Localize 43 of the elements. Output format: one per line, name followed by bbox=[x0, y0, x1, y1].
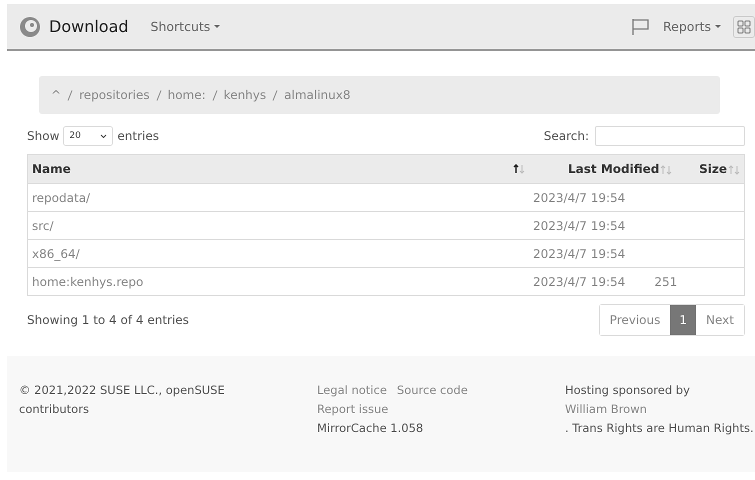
breadcrumb-link[interactable]: kenhys bbox=[224, 88, 266, 102]
grid-button[interactable] bbox=[733, 16, 755, 38]
footer-link[interactable]: Legal notice bbox=[317, 383, 387, 397]
breadcrumb-link[interactable]: ^ bbox=[51, 88, 62, 102]
breadcrumb-link[interactable]: almalinux8 bbox=[284, 88, 350, 102]
search-label: Search: bbox=[544, 129, 589, 143]
footer-link[interactable]: Source code bbox=[396, 383, 468, 397]
breadcrumb-link[interactable]: home: bbox=[168, 88, 206, 102]
separator-icon bbox=[212, 90, 218, 100]
table-info: Showing 1 to 4 of 4 entries bbox=[27, 313, 189, 327]
reports-menu[interactable]: Reports bbox=[659, 15, 725, 38]
file-link[interactable]: repodata/ bbox=[28, 184, 529, 212]
separator-icon bbox=[156, 90, 162, 100]
breadcrumb-link[interactable]: repositories bbox=[79, 88, 150, 102]
sponsor-text: Hosting sponsored by bbox=[565, 382, 691, 399]
copyright-text: © 2021,2022 SUSE LLC., openSUSE contributors bbox=[19, 382, 226, 418]
file-link[interactable]: home:kenhys.repo bbox=[28, 268, 529, 296]
footer-link[interactable]: Report issue bbox=[317, 402, 388, 416]
tagline-text: . Trans Rights are Human Rights. bbox=[565, 420, 755, 437]
brand-title[interactable]: Download bbox=[49, 17, 129, 36]
column-header[interactable]: Last Modified bbox=[528, 154, 676, 184]
grid-icon bbox=[737, 20, 751, 34]
page-size-select[interactable]: 20 bbox=[63, 126, 114, 146]
search-field[interactable] bbox=[595, 126, 745, 146]
logo-icon bbox=[19, 16, 41, 38]
table-cell: 251 bbox=[654, 274, 678, 288]
separator-icon bbox=[67, 90, 74, 100]
column-header[interactable]: Size bbox=[676, 154, 744, 184]
chevron-icon bbox=[100, 134, 108, 138]
show-label: Show bbox=[27, 129, 60, 143]
version-text: MirrorCache 1.058 bbox=[317, 420, 424, 437]
table-cell: 2023/4/7 19:54 bbox=[528, 240, 676, 268]
shortcuts-menu[interactable]: Shortcuts bbox=[146, 15, 224, 38]
entries-label: entries bbox=[117, 129, 159, 143]
file-link[interactable]: src/ bbox=[28, 212, 529, 240]
flag-icon[interactable] bbox=[631, 18, 652, 36]
file-link[interactable]: x86_64/ bbox=[28, 240, 529, 268]
table-cell: 2023/4/7 19:54 bbox=[528, 184, 676, 212]
sponsor-link[interactable]: William Brown bbox=[565, 402, 647, 416]
separator-icon bbox=[272, 90, 278, 100]
table-cell: 2023/4/7 19:54 bbox=[528, 212, 676, 240]
pagination-button[interactable]: 1 bbox=[670, 305, 696, 335]
column-header[interactable]: Name bbox=[28, 154, 529, 184]
